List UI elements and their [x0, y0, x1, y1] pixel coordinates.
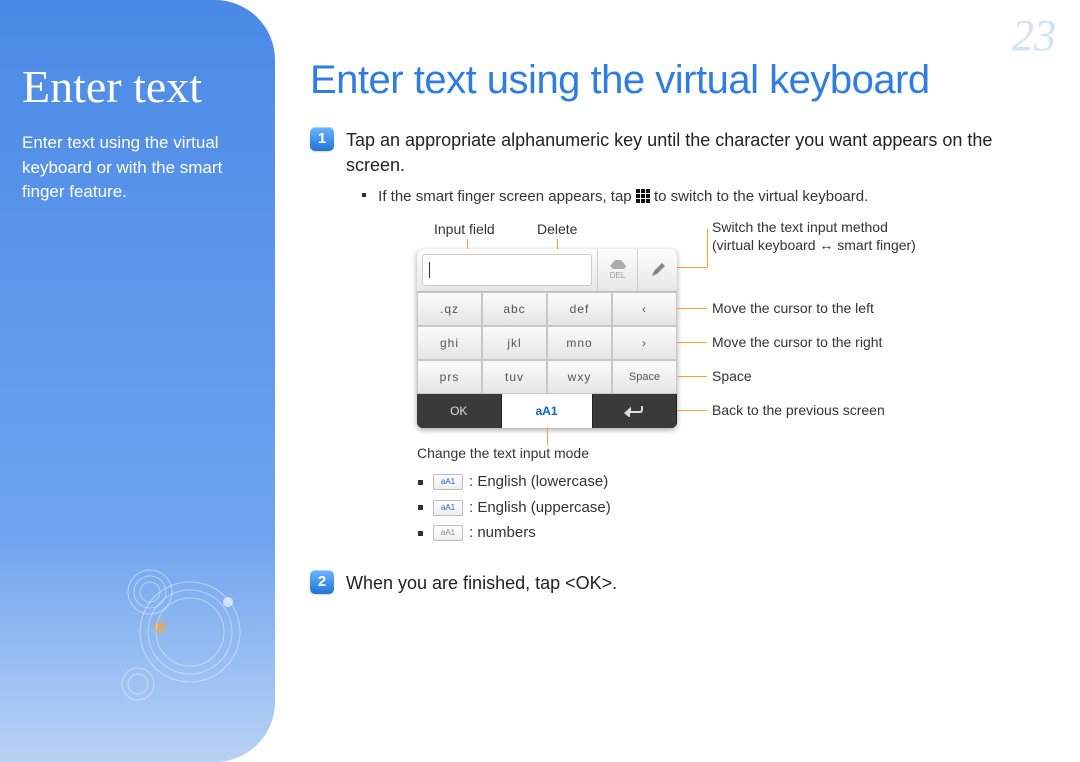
key-abc[interactable]: abc: [482, 292, 547, 326]
keyboard-top-row: DEL: [417, 249, 677, 292]
leader-line: [707, 229, 708, 267]
step-badge-2: 2: [310, 570, 334, 594]
main-content: Enter text using the virtual keyboard 1 …: [310, 58, 1050, 606]
key-qz[interactable]: .qz: [417, 292, 482, 326]
virtual-keyboard: DEL .qz abc def ‹ ghi jkl mno › prs tuv …: [417, 249, 677, 428]
annot-switch-1: Switch the text input method: [712, 219, 888, 235]
key-ok[interactable]: OK: [417, 394, 502, 428]
mode-numbers: aA1 : numbers: [418, 520, 1050, 546]
annot-space: Space: [712, 368, 752, 384]
sidebar-description: Enter text using the virtual keyboard or…: [22, 131, 249, 205]
main-title: Enter text using the virtual keyboard: [310, 58, 1050, 103]
leader-line: [677, 410, 707, 411]
bullet-icon: [362, 193, 366, 197]
annot-move-right: Move the cursor to the right: [712, 334, 882, 350]
sidebar-title: Enter text: [22, 60, 249, 113]
annot-switch-2: (virtual keyboard ↔ smart finger): [712, 237, 916, 253]
step-2: 2 When you are finished, tap <OK>.: [310, 570, 1050, 596]
annot-change-mode: Change the text input mode: [417, 445, 589, 461]
delete-label: DEL: [610, 271, 626, 280]
sub-text-before: If the smart finger screen appears, tap: [378, 188, 636, 205]
mode-label: : English (lowercase): [469, 469, 608, 495]
annot-back: Back to the previous screen: [712, 402, 885, 418]
leader-line: [677, 376, 707, 377]
keyboard-grid: .qz abc def ‹ ghi jkl mno › prs tuv wxy …: [417, 292, 677, 394]
step-badge-1: 1: [310, 127, 334, 151]
key-mno[interactable]: mno: [547, 326, 612, 360]
key-mode[interactable]: aA1: [502, 394, 593, 428]
key-def[interactable]: def: [547, 292, 612, 326]
key-wxy[interactable]: wxy: [547, 360, 612, 394]
keyboard-diagram: Input field Delete Switch the text input…: [362, 219, 1002, 469]
mode-chip: aA1: [433, 474, 463, 490]
text-input[interactable]: [422, 254, 592, 286]
pencil-icon: [651, 263, 665, 277]
sub-text-after: to switch to the virtual keyboard.: [654, 188, 868, 205]
bullet-icon: [418, 531, 423, 536]
mode-uppercase: aA1 : English (uppercase): [418, 495, 1050, 521]
bullet-icon: [418, 505, 423, 510]
key-back[interactable]: [593, 394, 678, 428]
bullet-icon: [418, 480, 423, 485]
key-prs[interactable]: prs: [417, 360, 482, 394]
key-left[interactable]: ‹: [612, 292, 677, 326]
smart-finger-button[interactable]: [637, 249, 677, 291]
key-tuv[interactable]: tuv: [482, 360, 547, 394]
step-1: 1 Tap an appropriate alphanumeric key un…: [310, 127, 1050, 178]
mode-chip: aA1: [433, 500, 463, 516]
eraser-icon: [610, 260, 626, 270]
back-arrow-icon: [624, 405, 644, 417]
mode-label: : English (uppercase): [469, 495, 611, 521]
page-number: 23: [1012, 10, 1056, 61]
key-jkl[interactable]: jkl: [482, 326, 547, 360]
leader-line: [547, 427, 548, 445]
step-1-sub: If the smart finger screen appears, tap …: [362, 188, 1050, 205]
sidebar: Enter text Enter text using the virtual …: [0, 0, 275, 762]
grid-icon: [636, 189, 650, 203]
key-ghi[interactable]: ghi: [417, 326, 482, 360]
key-space[interactable]: Space: [612, 360, 677, 394]
key-right[interactable]: ›: [612, 326, 677, 360]
leader-line: [677, 342, 707, 343]
mode-lowercase: aA1 : English (lowercase): [418, 469, 1050, 495]
mode-list: aA1 : English (lowercase) aA1 : English …: [418, 469, 1050, 546]
annot-delete: Delete: [537, 221, 577, 237]
mode-chip: aA1: [433, 525, 463, 541]
leader-line: [677, 308, 707, 309]
decorative-circles: [120, 542, 275, 722]
step-1-text: Tap an appropriate alphanumeric key unti…: [346, 127, 1050, 178]
keyboard-bottom-row: OK aA1: [417, 394, 677, 428]
mode-label: : numbers: [469, 520, 536, 546]
delete-button[interactable]: DEL: [597, 249, 637, 291]
step-2-text: When you are finished, tap <OK>.: [346, 570, 617, 596]
annot-move-left: Move the cursor to the left: [712, 300, 874, 316]
annot-input-field: Input field: [434, 221, 495, 237]
